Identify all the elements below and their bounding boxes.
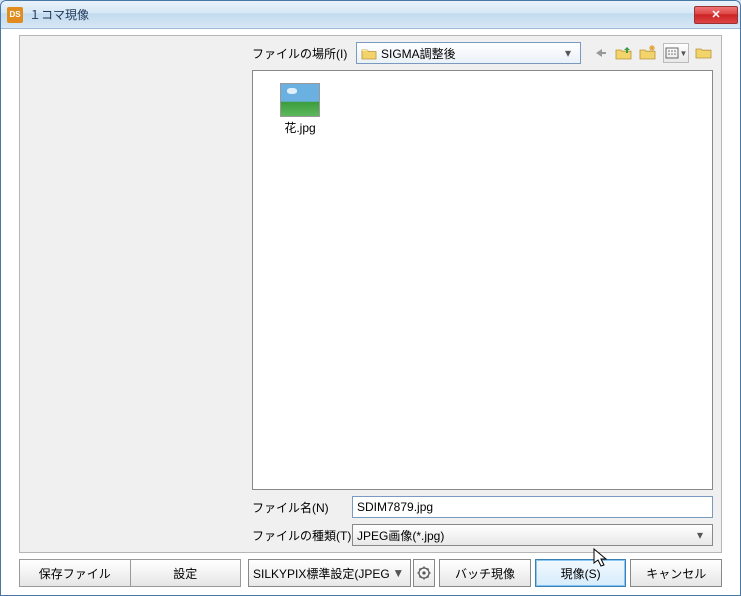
view-menu-button[interactable]: ▼: [663, 43, 689, 63]
app-icon: DS: [7, 7, 23, 23]
filetype-row: ファイルの種類(T) JPEG画像(*.jpg) ▾: [252, 524, 713, 546]
bottom-bar: 保存ファイル 設定 SILKYPIX標準設定(JPEG ▼ バッチ現像 現像(S…: [19, 559, 722, 587]
preset-combo[interactable]: SILKYPIX標準設定(JPEG ▼: [248, 559, 411, 587]
titlebar: DS １コマ現像 ✕: [1, 1, 740, 29]
close-icon: ✕: [711, 8, 720, 21]
dialog-window: DS １コマ現像 ✕ ファイルの場所(I) SIGMA調整後 ▾: [0, 0, 741, 596]
preset-value: SILKYPIX標準設定(JPEG: [253, 565, 390, 582]
filetype-combo[interactable]: JPEG画像(*.jpg) ▾: [352, 524, 713, 546]
filetype-label: ファイルの種類(T): [252, 527, 352, 544]
chevron-down-icon: ▾: [560, 46, 576, 60]
location-label: ファイルの場所(I): [252, 45, 352, 62]
file-name: 花.jpg: [284, 119, 315, 136]
filename-label: ファイル名(N): [252, 499, 352, 516]
view-icon: [665, 47, 679, 59]
folder-new-icon: [639, 45, 657, 61]
gear-icon: [417, 566, 431, 580]
location-row: ファイルの場所(I) SIGMA調整後 ▾: [252, 42, 713, 64]
folder-up-icon: [615, 45, 633, 61]
chevron-down-icon: ▼: [680, 49, 688, 58]
location-combo[interactable]: SIGMA調整後 ▾: [356, 42, 581, 64]
folder-icon: [695, 46, 713, 60]
preset-settings-button[interactable]: [413, 559, 435, 587]
back-button[interactable]: [591, 44, 609, 62]
file-thumbnail: [280, 83, 320, 117]
main-panel: ファイルの場所(I) SIGMA調整後 ▾: [19, 35, 722, 553]
location-toolbar: ▼: [591, 43, 713, 63]
tab-settings[interactable]: 設定: [130, 559, 242, 587]
chevron-down-icon: ▼: [390, 566, 406, 580]
cancel-button[interactable]: キャンセル: [630, 559, 722, 587]
develop-button[interactable]: 現像(S): [535, 559, 627, 587]
right-panel: ファイルの場所(I) SIGMA調整後 ▾: [244, 36, 721, 552]
filename-input[interactable]: [352, 496, 713, 518]
batch-button[interactable]: バッチ現像: [439, 559, 531, 587]
location-value: SIGMA調整後: [381, 45, 560, 62]
close-button[interactable]: ✕: [694, 6, 738, 24]
filetype-value: JPEG画像(*.jpg): [357, 527, 692, 544]
file-list[interactable]: 花.jpg: [252, 70, 713, 490]
folder-icon: [361, 47, 377, 60]
file-item[interactable]: 花.jpg: [265, 83, 335, 136]
left-panel: [20, 36, 244, 552]
filename-row: ファイル名(N): [252, 496, 713, 518]
folder-button[interactable]: [695, 44, 713, 62]
up-folder-button[interactable]: [615, 44, 633, 62]
arrow-left-icon: [593, 47, 607, 59]
chevron-down-icon: ▾: [692, 528, 708, 542]
content-area: ファイルの場所(I) SIGMA調整後 ▾: [1, 29, 740, 595]
new-folder-button[interactable]: [639, 44, 657, 62]
tab-save-file[interactable]: 保存ファイル: [19, 559, 131, 587]
window-title: １コマ現像: [29, 6, 694, 23]
